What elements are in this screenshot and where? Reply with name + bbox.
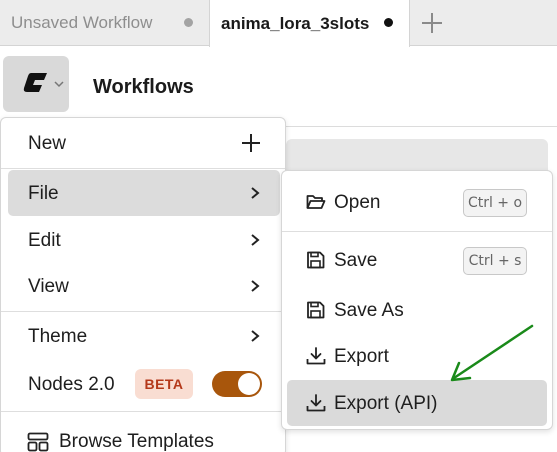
download-icon xyxy=(306,347,326,365)
plus-icon[interactable] xyxy=(418,9,446,37)
submenu-item-open[interactable]: Open Ctrl + o xyxy=(287,179,547,225)
shortcut-badge: Ctrl + o xyxy=(463,189,527,217)
menu-item-file[interactable]: File xyxy=(8,170,280,216)
unsaved-dot-icon xyxy=(184,18,193,27)
save-icon xyxy=(307,301,325,319)
templates-icon xyxy=(27,432,49,452)
tab-unsaved-workflow[interactable]: Unsaved Workflow xyxy=(0,0,208,46)
menu-item-browse-templates[interactable]: Browse Templates xyxy=(8,422,280,452)
menu-item-edit[interactable]: Edit xyxy=(8,217,280,263)
menu-item-label: Edit xyxy=(28,230,61,251)
unsaved-dot-icon xyxy=(384,18,393,27)
tab-label: anima_lora_3slots xyxy=(221,13,370,33)
chevron-right-icon xyxy=(251,187,260,199)
chevron-right-icon xyxy=(251,330,260,342)
menu-item-label: Browse Templates xyxy=(59,431,214,452)
save-icon xyxy=(307,251,325,269)
nodes-2-toggle[interactable] xyxy=(212,371,262,397)
chevron-right-icon xyxy=(251,234,260,246)
tab-anima-lora[interactable]: anima_lora_3slots xyxy=(209,0,410,47)
menu-item-label: Theme xyxy=(28,326,88,347)
shortcut-badge: Ctrl + s xyxy=(463,247,527,275)
comfy-logo-icon xyxy=(23,73,47,92)
download-icon xyxy=(306,394,326,412)
tab-bar: Unsaved Workflow anima_lora_3slots xyxy=(0,0,557,47)
divider xyxy=(1,411,285,412)
divider xyxy=(1,311,285,312)
divider xyxy=(282,231,552,232)
plus-icon xyxy=(242,134,260,152)
tab-label: Unsaved Workflow xyxy=(11,13,153,32)
divider xyxy=(1,168,285,169)
menu-item-new[interactable]: New xyxy=(8,120,280,166)
submenu-item-export-api[interactable]: Export (API) xyxy=(287,380,547,426)
file-submenu: Open Ctrl + o Save Ctrl + s Save As Expo… xyxy=(281,170,553,430)
menu-item-view[interactable]: View xyxy=(8,263,280,309)
menu-item-label: New xyxy=(28,133,67,154)
submenu-item-label: Export xyxy=(334,346,389,367)
chevron-down-icon xyxy=(54,81,64,88)
submenu-item-save[interactable]: Save Ctrl + s xyxy=(287,237,547,283)
menu-item-theme[interactable]: Theme xyxy=(8,313,280,359)
chevron-right-icon xyxy=(251,280,260,292)
annotation-arrow-icon xyxy=(450,324,534,382)
page-title: Workflows xyxy=(93,76,194,98)
folder-open-icon xyxy=(306,195,326,209)
submenu-item-label: Save As xyxy=(334,300,404,321)
submenu-item-label: Open xyxy=(334,192,381,213)
divider xyxy=(285,126,557,127)
app-menu: New File Edit View Theme Nodes 2.0 BETA xyxy=(0,117,286,452)
submenu-item-label: Export (API) xyxy=(334,393,438,414)
menu-item-label: View xyxy=(28,276,69,297)
beta-badge: BETA xyxy=(135,369,193,399)
submenu-item-label: Save xyxy=(334,250,378,271)
menu-item-label: Nodes 2.0 xyxy=(28,374,115,395)
toggle-knob xyxy=(238,373,260,395)
menu-item-label: File xyxy=(28,183,59,204)
app-menu-button[interactable] xyxy=(3,56,69,112)
